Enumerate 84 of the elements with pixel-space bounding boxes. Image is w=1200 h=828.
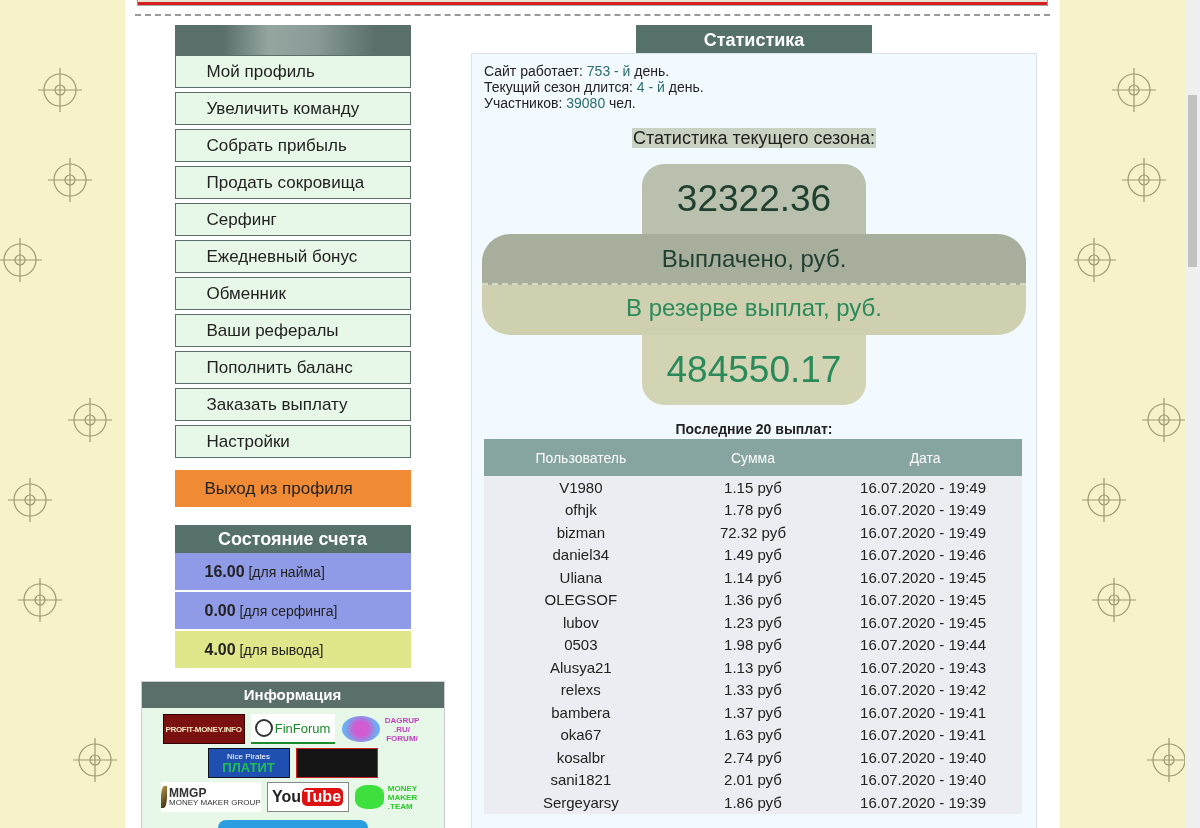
logo-icon: [254, 719, 273, 737]
table-cell: 72.32 руб: [677, 521, 829, 544]
table-cell: 16.07.2020 - 19:49: [828, 521, 1022, 544]
menu-item[interactable]: Пополнить баланс: [174, 351, 411, 384]
table-cell: 16.07.2020 - 19:41: [828, 723, 1022, 746]
menu-item[interactable]: Мой профиль: [174, 55, 411, 88]
menu-item[interactable]: Ежедневный бонус: [174, 240, 411, 273]
balance-row: 16.00 [для найма]: [174, 553, 411, 590]
logout-button[interactable]: Выход из профиля: [174, 470, 411, 507]
table-cell: 16.07.2020 - 19:42: [828, 678, 1022, 701]
table-cell: 1.14 руб: [677, 566, 829, 589]
table-cell: V1980: [484, 476, 678, 499]
table-cell: 1.78 руб: [677, 498, 829, 521]
table-cell: 16.07.2020 - 19:44: [828, 633, 1022, 656]
table-cell: 1.13 руб: [677, 656, 829, 679]
table-cell: oka67: [484, 723, 678, 746]
table-cell: 1.36 руб: [677, 588, 829, 611]
table-cell: ofhjk: [484, 498, 678, 521]
table-cell: 1.37 руб: [677, 701, 829, 724]
table-cell: 0503: [484, 633, 678, 656]
table-cell: bizman: [484, 521, 678, 544]
balance-row: 0.00 [для серфинга]: [174, 592, 411, 629]
stat-line: Текущий сезон длится: 4 - й день.: [484, 79, 705, 95]
youtube-banner[interactable]: You Tube: [266, 782, 349, 812]
table-cell: Alusya21: [484, 656, 678, 679]
section-title: Статистика: [636, 25, 872, 53]
table-cell: 1.49 руб: [677, 543, 829, 566]
table-cell: 16.07.2020 - 19:49: [828, 476, 1022, 499]
menu-item[interactable]: Ваши рефералы: [174, 314, 411, 347]
column-header: Пользователь: [484, 439, 678, 476]
stat-line: Сайт работает: 753 - й день.: [484, 63, 671, 79]
table-cell: 1.98 руб: [677, 633, 829, 656]
stat-line: Участников: 39080 чел.: [484, 95, 637, 111]
paid-label: Выплачено, руб.: [482, 234, 1026, 285]
table-cell: 1.33 руб: [677, 678, 829, 701]
table-cell: Uliana: [484, 566, 678, 589]
menu-item[interactable]: Увеличить команду: [174, 92, 411, 125]
table-cell: bambera: [484, 701, 678, 724]
scrollbar[interactable]: [1185, 0, 1200, 828]
table-cell: 2.01 руб: [677, 768, 829, 791]
table-cell: sani1821: [484, 768, 678, 791]
table-cell: OLEGSOF: [484, 588, 678, 611]
pirates-banner[interactable]: Nice Pirates ПЛАТИТ: [207, 748, 290, 778]
column-header: Дата: [828, 439, 1022, 476]
table-cell: kosalbr: [484, 746, 678, 769]
menu-item[interactable]: Собрать прибыль: [174, 129, 411, 162]
account-title: Состояние счета: [174, 525, 411, 553]
dark-banner[interactable]: [295, 748, 378, 778]
reserve-label: В резерве выплат, руб.: [482, 285, 1026, 335]
table-cell: 1.63 руб: [677, 723, 829, 746]
menu-item[interactable]: Заказать выплату: [174, 388, 411, 421]
table-cell: lubov: [484, 611, 678, 634]
paid-amount: 32322.36: [642, 164, 866, 234]
payouts-title: Последние 20 выплат:: [674, 421, 834, 437]
table-cell: 16.07.2020 - 19:45: [828, 588, 1022, 611]
info-title: Информация: [141, 682, 444, 708]
menu-item[interactable]: Продать сокровища: [174, 166, 411, 199]
season-title: Статистика текущего сезона:: [631, 128, 877, 148]
table-cell: 16.07.2020 - 19:40: [828, 746, 1022, 769]
table-cell: 16.07.2020 - 19:39: [828, 791, 1022, 814]
column-header: Сумма: [677, 439, 829, 476]
reserve-amount: 484550.17: [642, 335, 866, 405]
mmgp-banner[interactable]: MMGP MONEY MAKER GROUP: [160, 782, 261, 812]
table-cell: 1.15 руб: [677, 476, 829, 499]
forum-banner[interactable]: FinForum: [250, 714, 335, 744]
table-cell: Sergeyarsy: [484, 791, 678, 814]
table-cell: 16.07.2020 - 19:45: [828, 611, 1022, 634]
profit-banner[interactable]: PROFIT-MONEY.INFO: [162, 714, 245, 744]
table-cell: 16.07.2020 - 19:49: [828, 498, 1022, 521]
balance-row: 4.00 [для вывода]: [174, 631, 411, 668]
dagrup-banner[interactable]: DAGRUP .RU/ FORUM/: [340, 714, 423, 744]
table-cell: daniel34: [484, 543, 678, 566]
table-cell: 16.07.2020 - 19:41: [828, 701, 1022, 724]
table-cell: 1.23 руб: [677, 611, 829, 634]
menu-item[interactable]: Серфинг: [174, 203, 411, 236]
table-cell: 16.07.2020 - 19:45: [828, 566, 1022, 589]
table-cell: 16.07.2020 - 19:46: [828, 543, 1022, 566]
table-cell: 1.86 руб: [677, 791, 829, 814]
table-cell: 2.74 руб: [677, 746, 829, 769]
table-cell: 16.07.2020 - 19:40: [828, 768, 1022, 791]
table-cell: relexs: [484, 678, 678, 701]
menu-item[interactable]: Обменник: [174, 277, 411, 310]
table-cell: 16.07.2020 - 19:43: [828, 656, 1022, 679]
menu-item[interactable]: Настройки: [174, 425, 411, 458]
